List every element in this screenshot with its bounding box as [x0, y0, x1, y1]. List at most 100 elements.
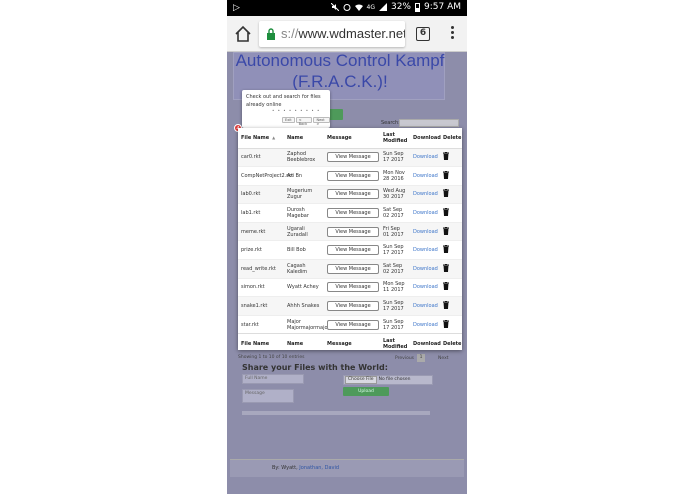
- trash-icon[interactable]: [443, 282, 449, 291]
- trash-icon[interactable]: [443, 245, 449, 254]
- popover-back-button[interactable]: < Back: [295, 117, 313, 126]
- cell-delete: [440, 296, 462, 316]
- battery-percent: 32%: [390, 2, 411, 12]
- cell-delete: [440, 147, 462, 167]
- view-message-button[interactable]: View Message: [327, 319, 379, 330]
- table-row: CompNetProject2.rkt Ari Bn View Message Mon…: [238, 166, 462, 186]
- home-icon[interactable]: [234, 25, 252, 43]
- cell-file-name: lab1.rkt: [238, 203, 284, 223]
- url-text: s://www.wdmaster.net/i: [281, 26, 405, 41]
- url-host: www.wdmaster.net/: [298, 26, 405, 41]
- trash-icon[interactable]: [443, 152, 449, 161]
- cell-name: Ari Bn: [284, 166, 324, 186]
- cell-last-modified: Sun Sep 17 2017: [380, 296, 410, 316]
- address-bar[interactable]: s://www.wdmaster.net/i: [259, 21, 405, 47]
- file-chooser[interactable]: Choose File No file chosen: [343, 375, 433, 385]
- view-message-button[interactable]: View Message: [327, 170, 379, 181]
- download-link[interactable]: Download: [413, 266, 438, 272]
- overflow-menu-icon[interactable]: [449, 26, 455, 42]
- cell-last-modified: Sun Sep 17 2017: [380, 147, 410, 167]
- cell-download: Download: [410, 166, 440, 186]
- alarm-icon: [343, 4, 351, 11]
- tab-switcher-button[interactable]: 6: [416, 27, 430, 41]
- download-link[interactable]: Download: [413, 322, 438, 328]
- download-link[interactable]: Download: [413, 173, 438, 179]
- next-button[interactable]: Next: [438, 356, 448, 361]
- lock-icon: [267, 28, 275, 40]
- trash-icon[interactable]: [443, 189, 449, 198]
- download-link[interactable]: Download: [413, 154, 438, 160]
- cell-download: Download: [410, 240, 440, 260]
- cell-file-name: read_write.rkt: [238, 259, 284, 279]
- trash-icon[interactable]: [443, 301, 449, 310]
- download-link[interactable]: Download: [413, 303, 438, 309]
- header-download[interactable]: Download: [410, 128, 441, 149]
- download-link[interactable]: Download: [413, 284, 438, 290]
- cell-file-name: meme.rkt: [238, 221, 284, 241]
- download-link[interactable]: Download: [413, 229, 438, 235]
- download-link[interactable]: Download: [413, 191, 438, 197]
- view-message-button[interactable]: View Message: [327, 152, 379, 163]
- footer-names[interactable]: Jonathan, David: [299, 465, 339, 471]
- files-table: File Name ▲ Name Message Last Modified Do…: [238, 128, 462, 354]
- table-footer-row: File Name Name Message Last Modified Dow…: [238, 333, 462, 354]
- trash-icon[interactable]: [443, 319, 449, 328]
- trash-icon[interactable]: [443, 263, 449, 272]
- popover-text: Check out and search for files already o…: [246, 94, 321, 108]
- cell-name: Ugarali Zuradall: [284, 221, 324, 241]
- view-message-button[interactable]: View Message: [327, 226, 379, 237]
- cell-message: View Message: [324, 166, 380, 186]
- cell-message: View Message: [324, 277, 380, 297]
- header-file-name[interactable]: File Name ▲: [238, 128, 284, 149]
- mute-icon: [330, 3, 339, 11]
- files-table-card: File Name ▲ Name Message Last Modified Do…: [238, 128, 462, 354]
- status-bar: ▷ 4G 32% 9:57 AM: [227, 0, 467, 16]
- choose-file-button[interactable]: Choose File: [345, 376, 377, 384]
- upload-button[interactable]: Upload: [343, 387, 389, 396]
- footer-by: By: Wyatt,: [272, 465, 298, 471]
- view-message-button[interactable]: View Message: [327, 282, 379, 293]
- cell-delete: [440, 277, 462, 297]
- header-message[interactable]: Message: [324, 128, 380, 149]
- search-input[interactable]: [399, 119, 459, 127]
- cell-file-name: CompNetProject2.rkt: [238, 166, 293, 186]
- download-link[interactable]: Download: [413, 210, 438, 216]
- cell-download: Download: [410, 296, 440, 316]
- message-input[interactable]: Message: [242, 389, 294, 403]
- table-row: lab1.rkt Durosh Magebar View Message Sat Se…: [238, 203, 462, 223]
- header-last-modified[interactable]: Last Modified: [380, 128, 410, 149]
- previous-button[interactable]: Previous: [395, 356, 414, 361]
- cell-name: Wyatt Achey: [284, 277, 324, 297]
- header-delete[interactable]: Delete: [440, 128, 462, 149]
- table-row: lab0.rkt Mugerium Zugur View Message Wed Au…: [238, 184, 462, 204]
- popover-step-dots: • • • • • • • • •: [272, 108, 321, 113]
- wifi-icon: [354, 4, 363, 11]
- cell-download: Download: [410, 221, 440, 241]
- footer-credits: By: Wyatt, Jonathan, David: [272, 465, 339, 471]
- page-number[interactable]: 1: [417, 354, 426, 362]
- trash-icon[interactable]: [443, 208, 449, 217]
- tour-popover: Check out and search for files already o…: [242, 90, 330, 128]
- view-message-button[interactable]: View Message: [327, 301, 379, 312]
- view-message-button[interactable]: View Message: [327, 245, 379, 256]
- header-name[interactable]: Name: [284, 128, 324, 149]
- cell-name: Ahhh Snakes: [284, 296, 324, 316]
- cell-last-modified: Mon Nov 28 2016: [380, 166, 410, 186]
- full-name-input[interactable]: Full Name: [242, 374, 304, 384]
- cell-message: View Message: [324, 184, 380, 204]
- no-file-text: No file chosen: [378, 377, 411, 382]
- view-message-button[interactable]: View Message: [327, 263, 379, 274]
- download-link[interactable]: Download: [413, 247, 438, 253]
- cell-delete: [440, 166, 462, 186]
- view-message-button[interactable]: View Message: [327, 189, 379, 200]
- trash-icon[interactable]: [443, 226, 449, 235]
- view-message-button[interactable]: View Message: [327, 208, 379, 219]
- cell-name: Cagash Kaledim: [284, 259, 324, 279]
- cell-name: Zaphod Beeblebrox: [284, 147, 324, 167]
- cell-last-modified: Sun Sep 17 2017: [380, 240, 410, 260]
- popover-exit-button[interactable]: Exit: [282, 117, 295, 123]
- share-heading: Share your Files with the World:: [242, 363, 388, 372]
- popover-next-button[interactable]: Next >: [313, 117, 330, 126]
- trash-icon[interactable]: [443, 170, 449, 179]
- cell-message: View Message: [324, 259, 380, 279]
